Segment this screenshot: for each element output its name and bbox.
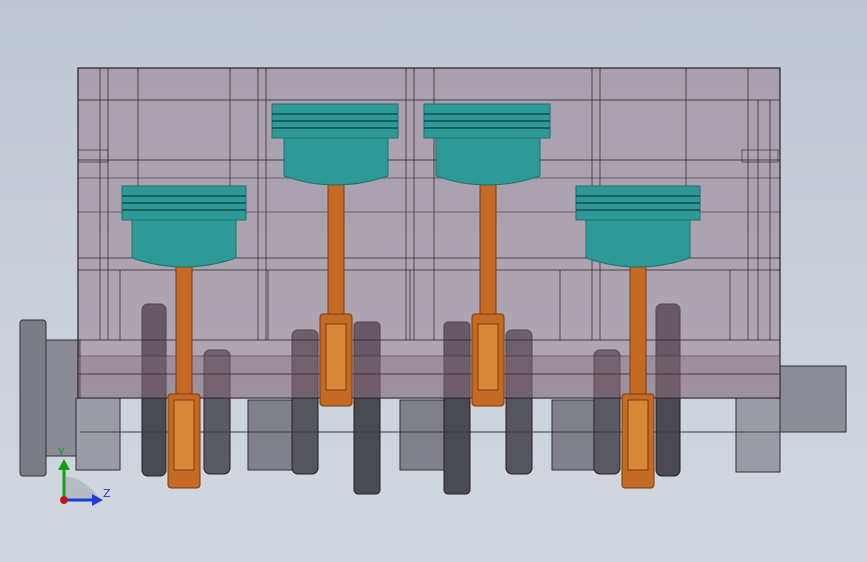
main-bearing: [735, 397, 781, 473]
main-bearing: [75, 397, 121, 471]
rod-cap: [477, 323, 499, 391]
y-axis-label: Y: [57, 446, 65, 459]
main-bearing: [247, 399, 295, 471]
rod-shank: [629, 265, 647, 399]
main-bearing: [551, 399, 599, 471]
crank-flange: [19, 319, 47, 477]
piston-1[interactable]: [121, 185, 247, 268]
rod-cap: [325, 323, 347, 391]
x-axis-dot: [60, 496, 68, 504]
main-bearing: [399, 399, 447, 471]
cad-viewport[interactable]: Y Z: [0, 0, 867, 562]
piston-3[interactable]: [423, 103, 551, 186]
rod-shank: [175, 265, 193, 399]
y-axis-arrowhead: [58, 459, 70, 470]
rod-cap: [173, 399, 195, 471]
rod-shank: [327, 183, 345, 325]
rod-cap: [627, 399, 649, 471]
piston-4[interactable]: [575, 185, 701, 268]
rod-shank: [479, 183, 497, 325]
piston-2[interactable]: [271, 103, 399, 186]
crank-flange-hub: [45, 339, 81, 457]
z-axis-label: Z: [103, 487, 111, 500]
crank-nose: [779, 365, 847, 433]
z-axis-arrowhead: [92, 494, 103, 506]
